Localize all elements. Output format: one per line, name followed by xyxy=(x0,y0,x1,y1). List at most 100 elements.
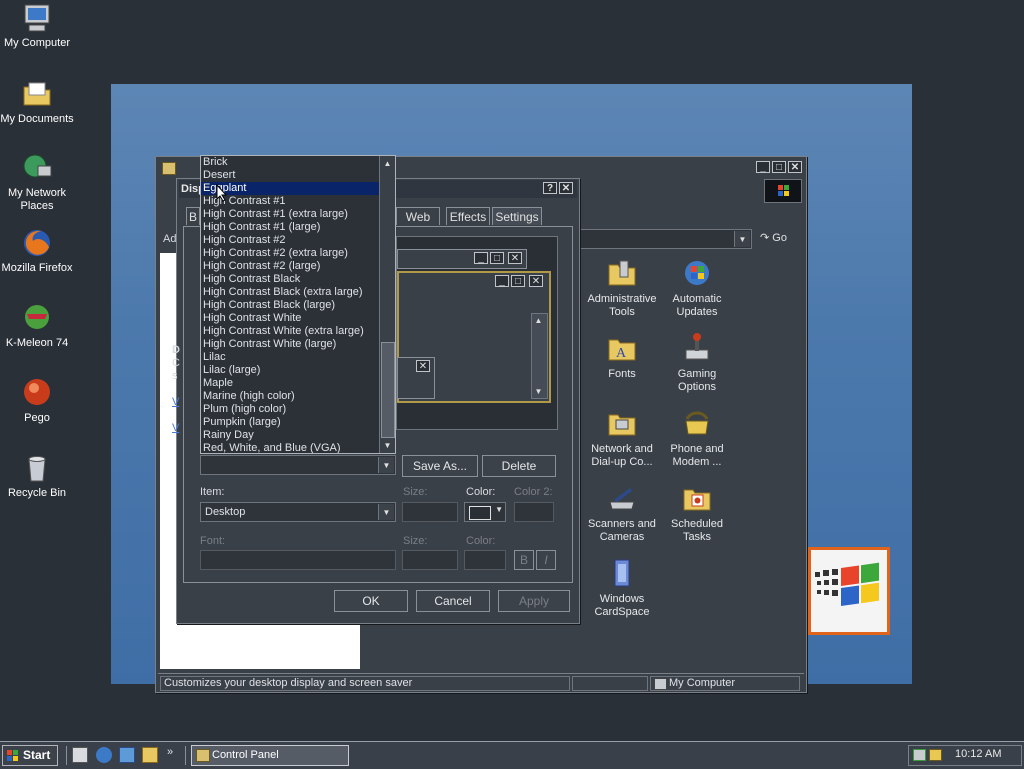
minimize-button[interactable]: _ xyxy=(756,161,770,173)
tab-effects[interactable]: Effects xyxy=(446,207,490,225)
tab-web[interactable]: Web xyxy=(396,207,440,225)
mouse-cursor-icon xyxy=(216,184,228,202)
volume-tray-icon[interactable] xyxy=(929,749,942,761)
dialog-close-button[interactable]: ✕ xyxy=(559,182,573,194)
scheme-list-item[interactable]: High Contrast #1 (extra large) xyxy=(201,208,381,221)
scheme-list-item[interactable]: Maple xyxy=(201,377,381,390)
scheme-list-item[interactable]: High Contrast White xyxy=(201,312,381,325)
internet-explorer-icon[interactable] xyxy=(96,747,112,763)
scheme-list-item[interactable]: High Contrast #1 xyxy=(201,195,381,208)
apply-button[interactable]: Apply xyxy=(498,590,570,612)
scheme-list-item[interactable]: Marine (high color) xyxy=(201,390,381,403)
scheme-list-item[interactable]: High Contrast Black (large) xyxy=(201,299,381,312)
scheme-list-item[interactable]: Eggplant xyxy=(201,182,381,195)
network-tray-icon[interactable] xyxy=(913,749,926,761)
scheme-list-item[interactable]: Brick xyxy=(201,156,381,169)
show-desktop-icon[interactable] xyxy=(72,747,88,763)
k-meleon-icon xyxy=(21,302,53,334)
cp-item-cardspace[interactable]: Windows CardSpace xyxy=(584,557,660,619)
scheme-list-item[interactable]: Desert xyxy=(201,169,381,182)
scheme-list-item[interactable]: Rainy Day xyxy=(201,429,381,442)
cp-item-phone-modem[interactable]: Phone and Modem ... xyxy=(659,407,735,469)
scheme-list-item[interactable]: Lilac (large) xyxy=(201,364,381,377)
help-button[interactable]: ? xyxy=(543,182,557,194)
my-computer-icon xyxy=(21,2,53,34)
item-combobox[interactable]: Desktop ▼ xyxy=(200,502,396,522)
start-label: Start xyxy=(23,748,51,762)
cp-item-scheduled-tasks[interactable]: Scheduled Tasks xyxy=(659,482,735,544)
scheme-list-item[interactable]: High Contrast #2 (extra large) xyxy=(201,247,381,260)
cancel-button[interactable]: Cancel xyxy=(416,590,490,612)
address-dropdown-arrow[interactable]: ▼ xyxy=(734,231,750,247)
scroll-up-arrow[interactable]: ▲ xyxy=(381,157,394,170)
scheme-list-item[interactable]: High Contrast #2 (large) xyxy=(201,260,381,273)
start-button[interactable]: Start xyxy=(2,745,58,766)
cp-item-automatic-updates[interactable]: Automatic Updates xyxy=(659,257,735,319)
desktop-icon-k-meleon[interactable]: K-Meleon 74 xyxy=(0,302,74,350)
preview-scrollbar: ▲ ▼ xyxy=(531,313,548,399)
cp-item-admin-tools[interactable]: Administrative Tools xyxy=(584,257,660,319)
delete-button[interactable]: Delete xyxy=(482,455,556,477)
scheme-list-item[interactable]: Plum (high color) xyxy=(201,403,381,416)
preview-active-max-icon: □ xyxy=(511,275,525,287)
ok-button[interactable]: OK xyxy=(334,590,408,612)
font-size-combobox xyxy=(402,550,458,570)
outlook-express-icon[interactable] xyxy=(119,747,135,763)
desktop-icon-my-documents[interactable]: My Documents xyxy=(0,78,74,126)
cp-item-scanners-cameras[interactable]: Scanners and Cameras xyxy=(584,482,660,544)
tab-background[interactable]: B xyxy=(186,207,200,225)
preview-active-close-icon: ✕ xyxy=(529,275,543,287)
cp-item-gaming-options[interactable]: Gaming Options xyxy=(659,332,735,394)
scheme-list-item[interactable]: Red, White, and Blue (VGA) xyxy=(201,442,381,453)
tab-settings[interactable]: Settings xyxy=(492,207,542,225)
preview-message-box: ✕ xyxy=(397,357,435,399)
scheme-list-item[interactable]: High Contrast White (extra large) xyxy=(201,325,381,338)
save-as-button[interactable]: Save As... xyxy=(402,455,478,477)
scroll-down-arrow[interactable]: ▼ xyxy=(381,439,394,452)
scheme-list-item[interactable]: Pumpkin (large) xyxy=(201,416,381,429)
windows-logo-wallpaper xyxy=(808,547,890,635)
close-button[interactable]: ✕ xyxy=(788,161,802,173)
fragment-link-1[interactable]: V xyxy=(172,396,179,408)
control-panel-icon xyxy=(162,162,176,175)
scheme-dropdown-arrow[interactable]: ▼ xyxy=(378,457,394,473)
address-field[interactable]: ▼ xyxy=(576,229,752,249)
item-dropdown-arrow[interactable]: ▼ xyxy=(378,504,394,520)
desktop-icon-pego[interactable]: Pego xyxy=(0,377,74,425)
automatic-updates-icon xyxy=(681,257,713,289)
desktop-icon-label: Pego xyxy=(24,412,50,424)
quicklaunch-divider xyxy=(66,746,67,765)
go-arrow-icon: ↷ xyxy=(760,232,770,244)
desktop-icon-firefox[interactable]: Mozilla Firefox xyxy=(0,227,74,275)
fragment-link-2[interactable]: V xyxy=(172,422,179,434)
scheme-list-item[interactable]: High Contrast #2 xyxy=(201,234,381,247)
desktop-icon-recycle-bin[interactable]: Recycle Bin xyxy=(0,452,74,500)
color-picker-button[interactable]: ▼ xyxy=(464,502,506,522)
cp-item-fonts[interactable]: A Fonts xyxy=(584,332,660,381)
go-button[interactable]: ↷ Go xyxy=(760,231,787,244)
scheme-list-item[interactable]: High Contrast Black (extra large) xyxy=(201,286,381,299)
scheme-list-scrollbar[interactable]: ▲ ▼ xyxy=(379,156,395,453)
scheme-list-item[interactable]: Lilac xyxy=(201,351,381,364)
scheme-list-item[interactable]: High Contrast Black xyxy=(201,273,381,286)
scheme-dropdown-list[interactable]: Brick Desert Eggplant High Contrast #1 High … xyxy=(200,155,396,454)
scrollbar-thumb[interactable] xyxy=(381,342,395,438)
scheme-combobox[interactable]: ▼ xyxy=(200,455,396,475)
cp-item-network-dialup[interactable]: Network and Dial-up Co... xyxy=(584,407,660,469)
maximize-button[interactable]: □ xyxy=(772,161,786,173)
scheme-list-item[interactable]: High Contrast #1 (large) xyxy=(201,221,381,234)
color2-label: Color 2: xyxy=(514,486,553,498)
color-swatch xyxy=(469,506,491,520)
explorer-icon[interactable] xyxy=(142,747,158,763)
clock[interactable]: 10:12 AM xyxy=(955,748,1001,760)
quicklaunch-chevron-icon[interactable]: » xyxy=(167,746,173,758)
item-label: Item: xyxy=(200,486,225,498)
taskbar-button-control-panel[interactable]: Control Panel xyxy=(191,745,349,766)
scheme-list-item[interactable]: High Contrast White (large) xyxy=(201,338,381,351)
admin-tools-icon xyxy=(606,257,638,289)
cp-item-label: Administrative Tools xyxy=(587,293,657,318)
recycle-bin-icon xyxy=(21,452,53,484)
desktop-icon-my-computer[interactable]: My Computer xyxy=(0,2,74,50)
desktop-icon-network-places[interactable]: My Network Places xyxy=(0,152,74,213)
color-dropdown-arrow: ▼ xyxy=(495,505,503,514)
